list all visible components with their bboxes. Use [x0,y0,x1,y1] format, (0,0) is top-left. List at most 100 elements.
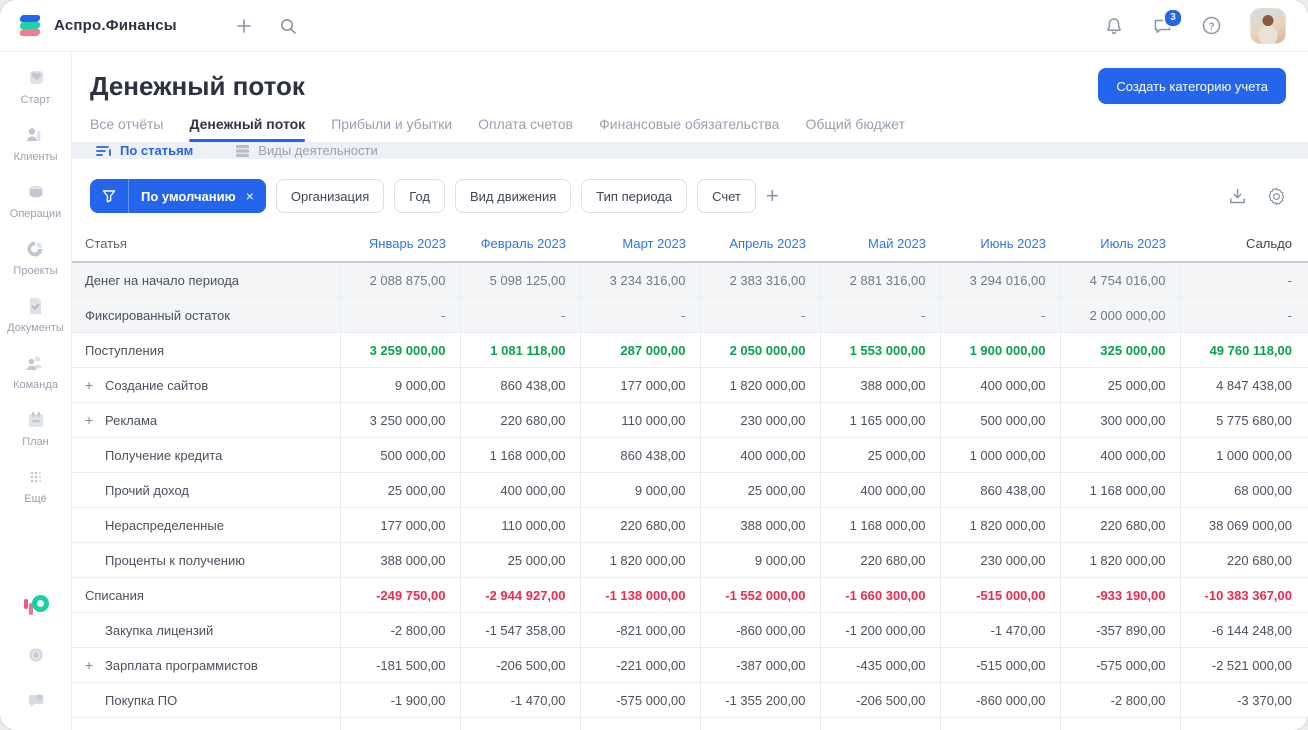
table-row[interactable]: Поступления 3 259 000,00 1 081 118,00 287 0… [72,332,1308,368]
remove-filter-icon[interactable]: × [244,188,266,204]
month-value-cell: -206 500,00 [459,647,580,683]
row-label-cell: Прочий доход [72,472,340,508]
sidebar-item-plan[interactable]: План [22,408,49,448]
filter-chip[interactable]: Год [394,179,445,213]
create-category-button[interactable]: Создать категорию учета [1098,68,1286,104]
row-label-cell: Закупка лицензий [72,612,340,648]
projects-icon [23,237,47,261]
subtab-by-articles[interactable]: По статьям [90,142,199,159]
table-row[interactable]: + Создание сайтов 9 000,00 860 438,00 177 00… [72,367,1308,403]
tab-5[interactable]: Финансовые обязательства [599,116,779,142]
month-value-cell: -1 900,00 [339,682,460,718]
expand-plus-icon[interactable]: + [85,412,97,428]
month-value-cell: - [939,297,1060,333]
month-value-cell: 325 000,00 [1059,332,1180,368]
sidebar-item-more[interactable]: Ещё [24,465,48,505]
row-label-cell: Получение кредита [72,437,340,473]
brand[interactable]: Аспро.Финансы [18,14,177,38]
month-value-cell: - [579,297,700,333]
expand-plus-icon[interactable]: + [85,377,97,393]
table-row[interactable]: + Зарплата программистов -181 500,00 -206 5… [72,647,1308,683]
column-header-month[interactable]: Июнь 2023 [940,225,1060,263]
sidebar-item-documents[interactable]: Документы [7,294,64,334]
month-value-cell: -1 138 000,00 [579,577,700,613]
saldo-value-cell: -2 521 000,00 [1179,647,1308,683]
aspro-product-icon[interactable] [23,594,49,620]
table-row[interactable]: Нераспределенные 177 000,00 110 000,00 220 … [72,507,1308,543]
month-value-cell: -1 552 000,00 [699,577,820,613]
column-header-month[interactable]: Апрель 2023 [700,225,820,263]
row-label: Нераспределенные [105,517,224,533]
search-button[interactable] [279,17,297,35]
tab-6[interactable]: Общий бюджет [805,116,904,142]
subtab-activity-types[interactable]: Виды деятельности [229,142,383,159]
table-row[interactable]: Получение кредита 500 000,00 1 168 000,00 8… [72,437,1308,473]
user-avatar[interactable] [1250,7,1286,44]
tab-4[interactable]: Оплата счетов [478,116,573,142]
month-value-cell: 3 294 016,00 [939,262,1060,298]
sidebar-item-label: Операции [9,208,62,220]
month-value-cell: -2 800,00 [1059,682,1180,718]
table-row[interactable]: Денег на начало периода 2 088 875,00 5 098… [72,262,1308,298]
table-settings-button[interactable] [1267,186,1286,206]
month-value-cell: 110 000,00 [459,507,580,543]
filter-chip[interactable]: Счет [697,179,756,213]
month-value-cell: 3 250 000,00 [339,402,460,438]
sidebar-item-projects[interactable]: Проекты [13,237,58,277]
column-header-month[interactable]: Февраль 2023 [460,225,580,263]
gear-icon [25,644,47,666]
month-value-cell: -515 000,00 [939,577,1060,613]
row-label: Списания [85,587,144,603]
filter-chip[interactable]: Тип периода [581,179,688,213]
month-value-cell: -1 355 200,00 [939,717,1060,730]
month-value-cell: - [819,297,940,333]
month-value-cell: 400 000,00 [819,472,940,508]
settings-button[interactable] [25,644,47,666]
tab-1[interactable]: Все отчёты [90,116,163,142]
messages-button[interactable]: 3 [1152,7,1183,36]
column-header-month[interactable]: Июль 2023 [1060,225,1180,263]
month-value-cell: 230 000,00 [939,542,1060,578]
table-row[interactable]: Покупка ПО -1 900,00 -1 470,00 -575 000,00-… [72,682,1308,718]
column-header-month[interactable]: Март 2023 [580,225,700,263]
month-value-cell: -1 023 239,00 [459,717,580,730]
sidebar: Старт Клиенты Операции Проекты Документы Кома… [0,52,72,730]
table-row[interactable]: Фиксированный остаток - - - - - -2 000 000,00- [72,297,1308,333]
sidebar-item-start[interactable]: Старт [21,66,50,106]
table-row[interactable]: Прочий доход 25 000,00 400 000,00 9 000,00 2… [72,472,1308,508]
month-value-cell: -1 200 000,00 [339,717,460,730]
sidebar-item-label: Команда [13,379,58,391]
saldo-value-cell: 49 760 118,00 [1179,332,1308,368]
sidebar-item-label: Ещё [24,493,47,505]
month-value-cell: 1 900 000,00 [939,332,1060,368]
tab-3[interactable]: Прибыли и убытки [331,116,452,142]
table-row[interactable]: + Реклама 3 250 000,00 220 680,00 110 000,00… [72,402,1308,438]
month-value-cell: -265 000,00 [699,717,820,730]
tab-2[interactable]: Денежный поток [189,116,305,142]
table-row[interactable]: Проценты к получению 388 000,00 25 000,00 1… [72,542,1308,578]
table-row[interactable]: Подрядчики и фрилансеры-1 200 000,00-1 0… [72,717,1308,730]
month-value-cell: -206 500,00 [1059,717,1180,730]
table-row[interactable]: Списания -249 750,00 -2 944 927,00 -1 138 0… [72,577,1308,613]
notifications-button[interactable] [1104,16,1124,36]
sidebar-item-operations[interactable]: Операции [10,180,61,220]
sidebar-item-label: План [22,436,49,448]
month-value-cell: 25 000,00 [1059,367,1180,403]
sidebar-item-clients[interactable]: Клиенты [13,123,58,163]
expand-plus-icon[interactable]: + [85,657,97,673]
export-button[interactable] [1228,187,1247,206]
column-header-month[interactable]: Январь 2023 [340,225,460,263]
sidebar-item-team[interactable]: Команда [13,351,58,391]
support-chat-button[interactable] [25,690,47,712]
filter-chip[interactable]: Организация [275,179,385,213]
column-header-month[interactable]: Май 2023 [820,225,940,263]
saldo-value-cell: 220 680,00 [1179,542,1308,578]
month-value-cell: 400 000,00 [939,367,1060,403]
add-filter-button[interactable]: + [766,185,779,207]
filter-chip[interactable]: Вид движения [454,179,572,213]
default-filter-chip[interactable]: По умолчанию × [90,179,266,213]
add-button[interactable] [235,17,253,35]
help-button[interactable]: ? [1201,15,1222,36]
table-row[interactable]: Закупка лицензий -2 800,00 -1 547 358,00 -8… [72,612,1308,648]
month-value-cell: 1 820 000,00 [1059,542,1180,578]
